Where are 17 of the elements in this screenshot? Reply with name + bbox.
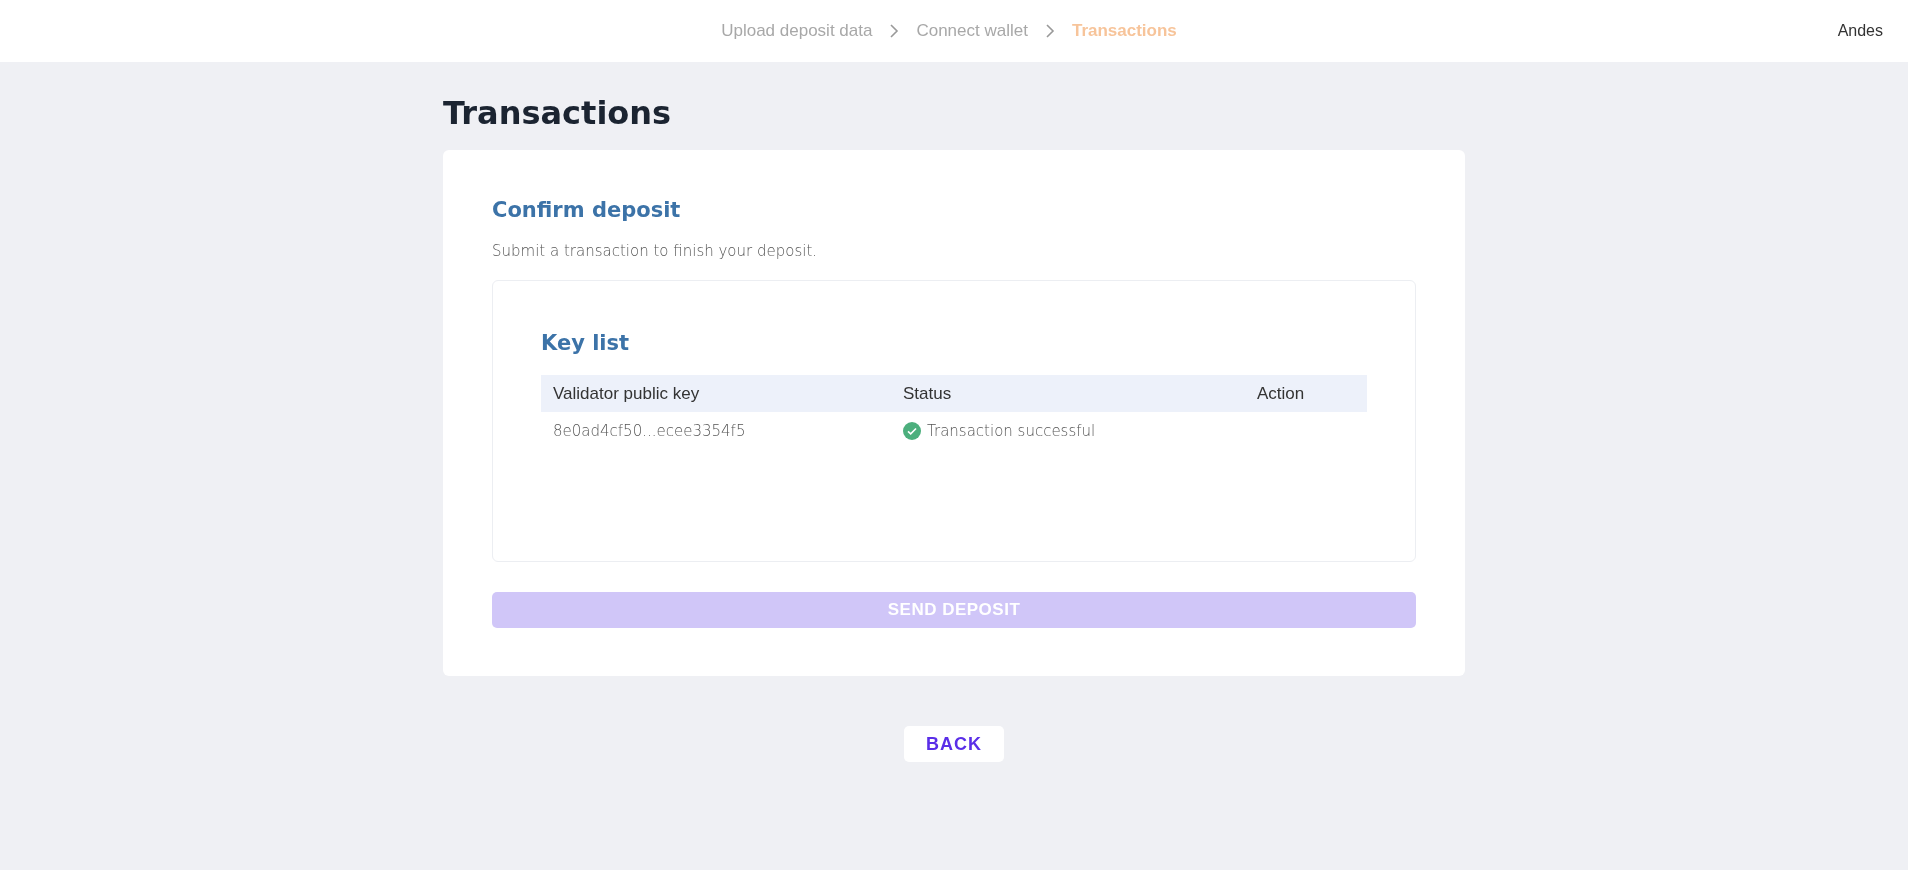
column-header: Action [1245, 375, 1367, 412]
section-description: Submit a transaction to finish your deposit. [492, 242, 819, 260]
breadcrumb-step[interactable]: Transactions [1071, 21, 1177, 41]
breadcrumb-step[interactable]: Upload deposit data [721, 21, 873, 41]
back-button[interactable]: BACK [904, 726, 1004, 762]
column-header: Status [891, 375, 1245, 412]
chevron-right-icon [1043, 24, 1056, 38]
key-list-title: Key list [541, 331, 631, 355]
check-circle-icon [903, 422, 921, 440]
column-header: Validator public key [541, 375, 891, 412]
page-title: Transactions [443, 94, 673, 132]
status-text: Transaction successful [927, 422, 1096, 440]
table-cell-text: 8e0ad4cf50...ecee3354f5 [552, 421, 747, 442]
user-name[interactable]: Andes [1837, 22, 1883, 40]
chevron-right-icon [888, 24, 901, 38]
section-title: Confirm deposit [492, 198, 682, 222]
breadcrumb-step[interactable]: Connect wallet [916, 21, 1028, 41]
